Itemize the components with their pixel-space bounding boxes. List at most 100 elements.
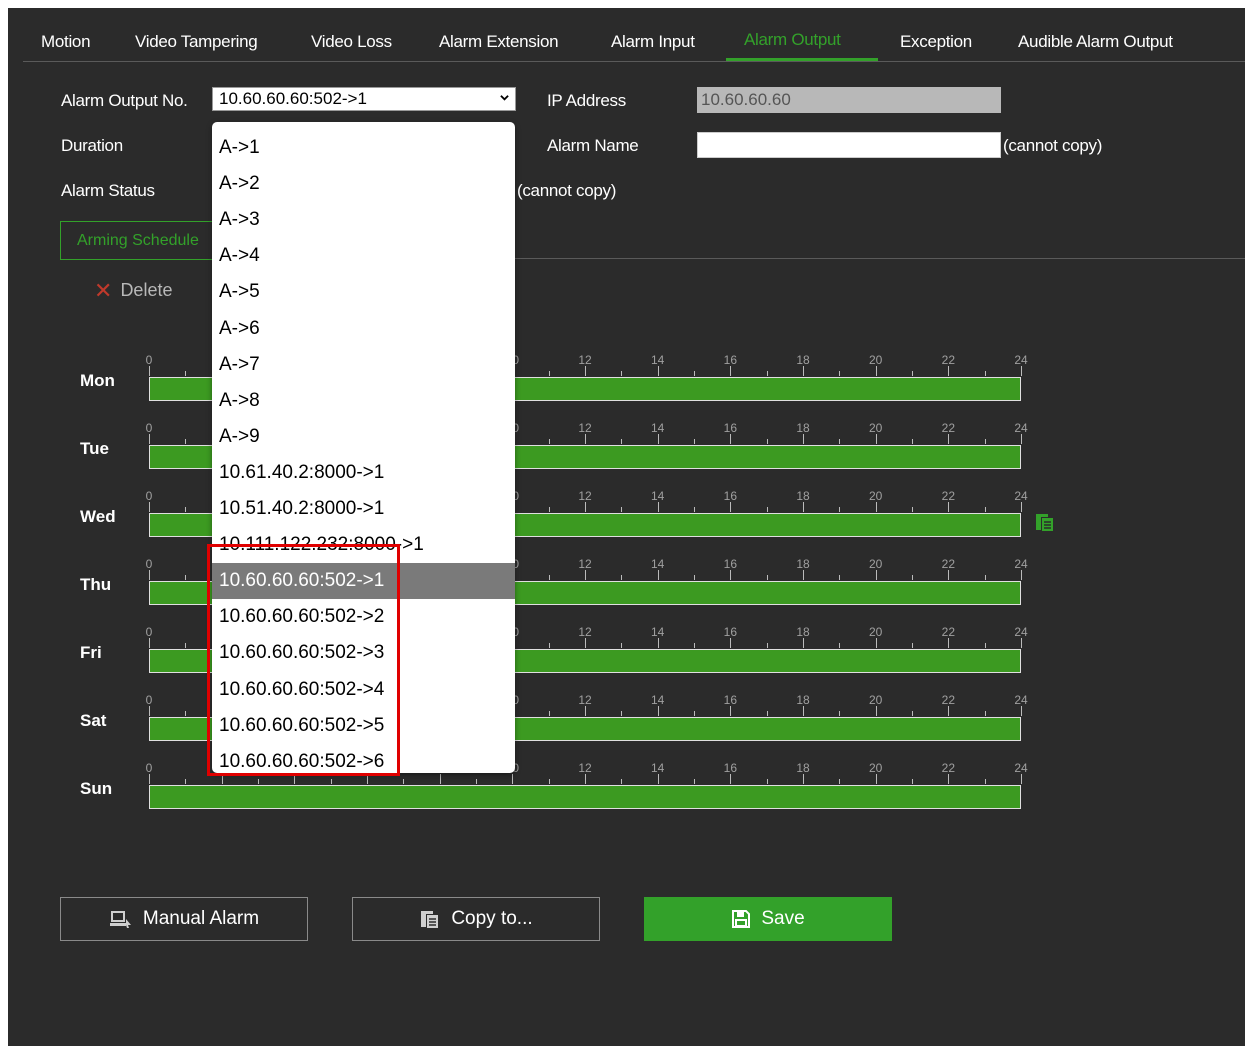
- dropdown-option[interactable]: A->4: [212, 238, 515, 274]
- hour-tick: [585, 570, 586, 580]
- hour-tick-label: 12: [578, 625, 592, 639]
- hour-tick: [694, 643, 695, 648]
- alarm-name-input[interactable]: [697, 132, 1001, 158]
- hour-tick-label: 20: [868, 693, 883, 707]
- hour-tick-label: 14: [650, 489, 665, 503]
- hour-tick: [766, 779, 768, 784]
- dropdown-option[interactable]: A->3: [212, 202, 515, 238]
- hour-tick: [948, 434, 950, 444]
- hour-tick: [185, 439, 187, 444]
- day-label: Wed: [80, 507, 116, 526]
- dropdown-option[interactable]: 10.61.40.2:8000->1: [212, 455, 515, 491]
- hour-tick: [948, 502, 950, 512]
- manual-alarm-button[interactable]: Manual Alarm: [60, 897, 308, 941]
- dropdown-option[interactable]: A->6: [212, 311, 515, 347]
- copy-icon: [421, 911, 439, 928]
- hour-tick: [875, 774, 877, 784]
- hour-tick: [476, 779, 477, 784]
- hour-tick: [803, 638, 804, 648]
- arming-schedule-tab[interactable]: Arming Schedule: [60, 221, 220, 260]
- dropdown-option[interactable]: A->8: [212, 383, 515, 419]
- tab-motion[interactable]: Motion: [41, 32, 91, 52]
- hour-tick: [948, 638, 950, 648]
- hour-tick: [185, 643, 187, 648]
- dropdown-option[interactable]: A->7: [212, 347, 515, 383]
- hour-tick: [912, 711, 913, 716]
- hour-tick-label: 16: [723, 625, 738, 639]
- hour-tick: [766, 575, 768, 580]
- hour-tick: [694, 507, 695, 512]
- tab-exception[interactable]: Exception: [900, 32, 972, 52]
- hour-tick: [766, 507, 768, 512]
- hour-tick: [912, 643, 913, 648]
- hour-tick-label: 14: [650, 353, 665, 367]
- dropdown-option[interactable]: 10.111.122.232:8000->1: [212, 527, 515, 563]
- hour-tick-label: 18: [796, 557, 810, 571]
- tab-alarm-output[interactable]: Alarm Output: [744, 30, 841, 50]
- hour-tick: [149, 366, 150, 376]
- hour-tick: [258, 779, 259, 784]
- hour-tick-label: 22: [941, 761, 956, 775]
- hour-tick: [839, 439, 841, 444]
- hour-tick: [948, 570, 950, 580]
- dropdown-option[interactable]: 10.60.60.60:502->2: [212, 599, 515, 635]
- hour-tick: [548, 575, 550, 580]
- dropdown-option[interactable]: 10.60.60.60:502->6: [212, 744, 515, 773]
- hour-tick-label: 0: [145, 421, 153, 435]
- hour-tick-label: 22: [941, 489, 956, 503]
- dropdown-option[interactable]: 10.60.60.60:502->3: [212, 635, 515, 671]
- tab-video-loss[interactable]: Video Loss: [311, 32, 392, 52]
- hour-tick-label: 16: [723, 421, 738, 435]
- hour-tick: [185, 779, 187, 784]
- hour-tick-label: 24: [1014, 557, 1028, 571]
- dropdown-option[interactable]: A->1: [212, 130, 515, 166]
- hour-tick: [403, 779, 405, 784]
- tab-alarm-extension[interactable]: Alarm Extension: [439, 32, 559, 52]
- hour-tick: [548, 643, 550, 648]
- hour-tick-label: 18: [796, 421, 810, 435]
- hour-tick-label: 20: [868, 625, 883, 639]
- hour-tick: [984, 371, 986, 376]
- hour-tick-label: 0: [145, 557, 153, 571]
- hour-tick: [948, 774, 950, 784]
- hour-tick-label: 12: [578, 421, 592, 435]
- tab-audible-alarm-output[interactable]: Audible Alarm Output: [1018, 32, 1173, 52]
- hour-tick: [657, 774, 659, 784]
- hour-tick: [657, 638, 659, 648]
- dropdown-option[interactable]: A->2: [212, 166, 515, 202]
- hour-tick: [657, 570, 659, 580]
- dropdown-option[interactable]: 10.60.60.60:502->5: [212, 708, 515, 744]
- tab-alarm-input[interactable]: Alarm Input: [611, 32, 695, 52]
- hour-tick: [694, 371, 695, 376]
- hour-tick: [621, 507, 623, 512]
- hour-tick-label: 24: [1014, 693, 1028, 707]
- dropdown-option[interactable]: 10.60.60.60:502->1: [212, 563, 515, 600]
- save-button[interactable]: Save: [644, 897, 892, 941]
- hour-tick: [730, 638, 732, 648]
- hour-tick: [548, 371, 550, 376]
- schedule-bar[interactable]: [149, 785, 1021, 809]
- hour-tick: [730, 774, 732, 784]
- hour-tick: [984, 711, 986, 716]
- hour-tick-label: 0: [145, 693, 153, 707]
- ip-address-field: 10.60.60.60: [697, 87, 1001, 113]
- hour-tick: [185, 711, 187, 716]
- hour-tick: [694, 779, 695, 784]
- hour-tick: [1021, 366, 1022, 376]
- hour-tick: [512, 774, 514, 784]
- copy-icon[interactable]: [1034, 511, 1056, 533]
- alarm-output-no-select[interactable]: 10.60.60.60:502->1: [212, 87, 516, 111]
- tab-bar: Motion Video Tampering Video Loss Alarm …: [8, 8, 1245, 62]
- dropdown-option[interactable]: A->5: [212, 274, 515, 310]
- tab-video-tampering[interactable]: Video Tampering: [135, 32, 258, 52]
- delete-button[interactable]: ✕ Delete: [94, 278, 172, 306]
- copy-to-button[interactable]: Copy to...: [352, 897, 600, 941]
- alarm-status-label: Alarm Status: [61, 181, 155, 200]
- hour-tick: [149, 774, 150, 784]
- dropdown-option[interactable]: A->9: [212, 419, 515, 455]
- hour-tick: [730, 706, 732, 716]
- hour-tick: [730, 502, 732, 512]
- dropdown-option[interactable]: 10.51.40.2:8000->1: [212, 491, 515, 527]
- hour-tick-label: 22: [941, 693, 956, 707]
- dropdown-option[interactable]: 10.60.60.60:502->4: [212, 672, 515, 708]
